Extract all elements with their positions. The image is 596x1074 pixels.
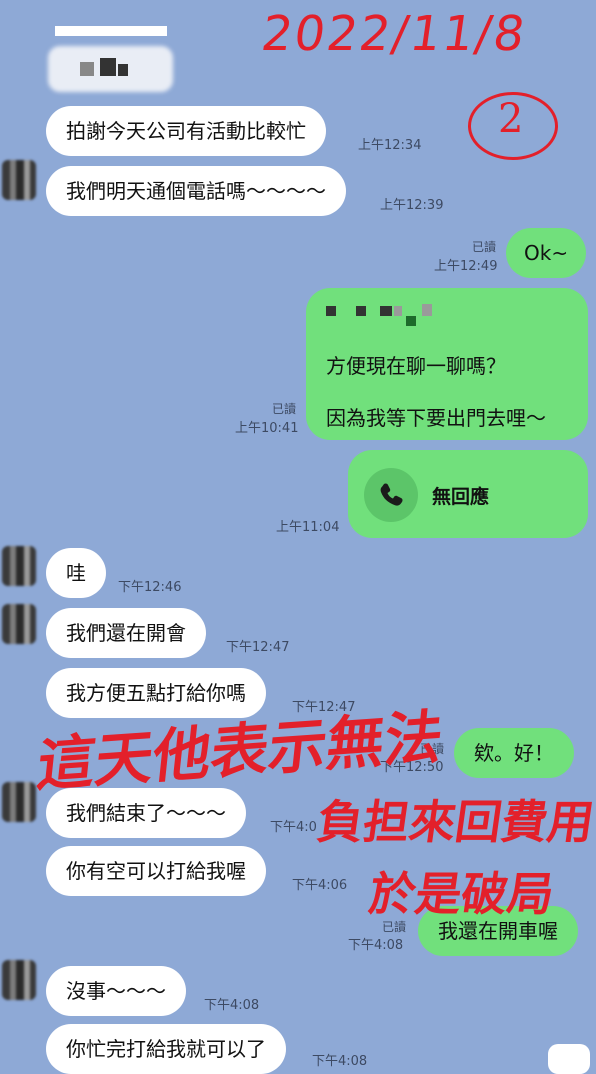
message-time: 下午4:0 [270, 820, 317, 835]
message-time: 下午12:46 [118, 580, 182, 595]
message-incoming[interactable]: 你忙完打給我就可以了 [46, 1024, 286, 1074]
call-card[interactable]: 無回應 [348, 450, 588, 538]
message-incoming[interactable]: 哇 [46, 548, 106, 598]
message-time: 上午12:39 [380, 198, 444, 213]
scroll-down-button[interactable] [548, 1044, 590, 1074]
message-time: 上午11:04 [276, 520, 340, 535]
message-incoming[interactable]: 我們還在開會 [46, 608, 206, 658]
phone-icon[interactable] [364, 468, 418, 522]
message-incoming[interactable]: 沒事～～～ [46, 966, 186, 1016]
read-receipt: 已讀 [472, 240, 497, 254]
message-time: 下午4:08 [204, 998, 260, 1013]
blurred-pixel [422, 304, 432, 316]
read-receipt: 已讀 [272, 402, 297, 416]
avatar[interactable] [2, 546, 36, 586]
call-status: 無回應 [432, 486, 490, 508]
message-time: 上午10:41 [235, 421, 299, 436]
message-time: 下午4:06 [292, 878, 348, 893]
message-time: 上午12:34 [358, 138, 422, 153]
annotation-line: 於是破局 [365, 867, 558, 921]
blurred-pixel [380, 306, 392, 316]
avatar[interactable] [2, 782, 36, 822]
blurred-pixel [394, 306, 402, 316]
circled-number: 2 [498, 96, 524, 142]
blurred-pixel [406, 316, 416, 326]
message-outgoing-card[interactable]: 方便現在聊一聊嗎？ 因為我等下要出門去哩～ [306, 288, 588, 440]
message-time: 下午12:47 [226, 640, 290, 655]
avatar[interactable] [2, 160, 36, 200]
message-outgoing[interactable]: Ok~ [506, 228, 587, 278]
message-incoming[interactable]: 拍謝今天公司有活動比較忙 [46, 106, 326, 156]
blurred-pixel [80, 62, 94, 76]
message-line: 方便現在聊一聊嗎？ [326, 354, 506, 378]
message-incoming[interactable]: 我們明天通個電話嗎～～～～ [46, 166, 346, 216]
avatar[interactable] [2, 604, 36, 644]
blurred-pixel [100, 58, 116, 76]
message-incoming[interactable]: 你有空可以打給我喔 [46, 846, 266, 896]
blurred-pixel [326, 306, 336, 316]
message-outgoing[interactable]: 欸。好！ [454, 728, 574, 778]
blurred-pixel [356, 306, 366, 316]
handwritten-date: 2022/11/8 [258, 6, 531, 62]
message-line: 因為我等下要出門去哩～ [326, 406, 546, 430]
avatar[interactable] [2, 960, 36, 1000]
annotation-line: 負担來回費用 [313, 795, 596, 849]
blurred-top-bar [55, 26, 167, 36]
message-time: 上午12:49 [434, 259, 498, 274]
blurred-pixel [118, 64, 128, 76]
message-time: 下午4:08 [348, 938, 404, 953]
